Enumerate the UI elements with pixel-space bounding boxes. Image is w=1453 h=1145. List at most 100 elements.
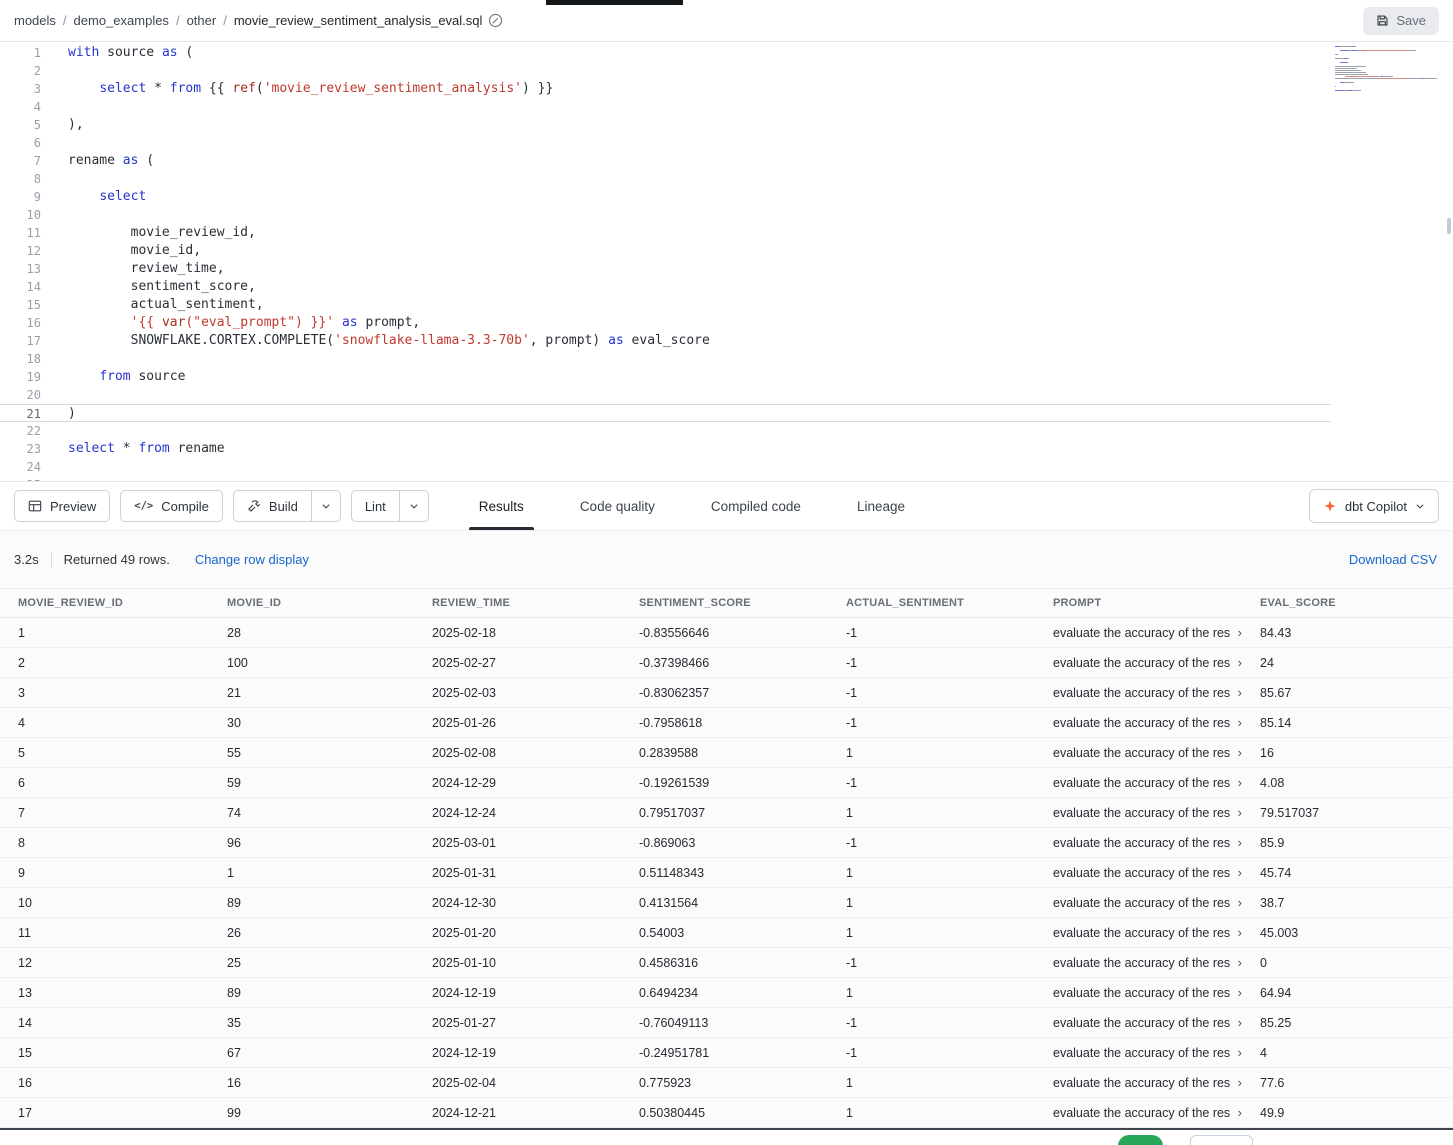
table-cell: 2025-01-10 xyxy=(414,956,621,970)
column-header: MOVIE_ID xyxy=(209,597,414,609)
table-cell: 2024-12-21 xyxy=(414,1106,621,1120)
table-cell: 45.003 xyxy=(1242,926,1453,940)
line-number: 21 xyxy=(0,405,41,421)
table-cell: 1 xyxy=(828,806,1035,820)
download-csv-link[interactable]: Download CSV xyxy=(1349,552,1439,567)
prompt-cell: evaluate the accuracy of the res...› xyxy=(1035,1106,1242,1120)
bottom-green-button[interactable] xyxy=(1118,1135,1163,1145)
editor-scrollbar-thumb[interactable] xyxy=(1447,218,1451,234)
prompt-preview: evaluate the accuracy of the res... xyxy=(1053,716,1231,730)
table-cell: 3 xyxy=(0,686,209,700)
build-button[interactable]: Build xyxy=(233,490,312,522)
compile-button[interactable]: </> Compile xyxy=(120,490,223,522)
breadcrumb-segment[interactable]: models xyxy=(14,13,56,28)
code-line[interactable]: 17 SNOWFLAKE.CORTEX.COMPLETE('snowflake-… xyxy=(0,332,1453,350)
code-line[interactable]: 5), xyxy=(0,116,1453,134)
prompt-preview: evaluate the accuracy of the res... xyxy=(1053,806,1231,820)
code-line[interactable]: 9 select xyxy=(0,188,1453,206)
table-cell: 96 xyxy=(209,836,414,850)
code-line[interactable]: 15 actual_sentiment, xyxy=(0,296,1453,314)
table-cell: -1 xyxy=(828,686,1035,700)
preview-button[interactable]: Preview xyxy=(14,490,110,522)
table-cell: 6 xyxy=(0,776,209,790)
table-cell: 45.74 xyxy=(1242,866,1453,880)
prompt-preview: evaluate the accuracy of the res... xyxy=(1053,1076,1231,1090)
prompt-cell: evaluate the accuracy of the res...› xyxy=(1035,1046,1242,1060)
code-line[interactable]: 24 xyxy=(0,458,1453,476)
table-cell: 4 xyxy=(1242,1046,1453,1060)
table-cell: 12 xyxy=(0,956,209,970)
code-line[interactable]: 8 xyxy=(0,170,1453,188)
table-cell: 10 xyxy=(0,896,209,910)
code-line[interactable]: 2 xyxy=(0,62,1453,80)
breadcrumb-separator: / xyxy=(176,13,180,28)
lint-button-group: Lint xyxy=(351,490,429,522)
code-line[interactable]: 11 movie_review_id, xyxy=(0,224,1453,242)
query-duration: 3.2s xyxy=(14,552,39,567)
code-line[interactable]: 16 '{{ var("eval_prompt") }}' as prompt, xyxy=(0,314,1453,332)
table-cell: 16 xyxy=(0,1076,209,1090)
dbt-copilot-button[interactable]: dbt Copilot xyxy=(1309,489,1439,523)
tab-code-quality[interactable]: Code quality xyxy=(570,482,665,530)
lint-dropdown-button[interactable] xyxy=(400,490,429,522)
code-line[interactable]: 13 review_time, xyxy=(0,260,1453,278)
code-line[interactable]: 22 xyxy=(0,422,1453,440)
dbt-ide-window: models/demo_examples/other/movie_review_… xyxy=(0,0,1453,1145)
code-line[interactable]: 21) xyxy=(0,404,1331,422)
prompt-preview: evaluate the accuracy of the res... xyxy=(1053,896,1231,910)
table-cell: 25 xyxy=(209,956,414,970)
code-line[interactable]: 3 select * from {{ ref('movie_review_sen… xyxy=(0,80,1453,98)
code-line[interactable]: 14 sentiment_score, xyxy=(0,278,1453,296)
code-line[interactable]: 4 xyxy=(0,98,1453,116)
divider xyxy=(51,552,52,568)
table-cell: 2025-01-31 xyxy=(414,866,621,880)
prompt-cell: evaluate the accuracy of the res...› xyxy=(1035,806,1242,820)
bottom-secondary-button[interactable] xyxy=(1190,1135,1253,1145)
save-button[interactable]: Save xyxy=(1363,7,1439,35)
table-cell: 0.51148343 xyxy=(621,866,828,880)
table-cell: 2 xyxy=(0,656,209,670)
tab-lineage[interactable]: Lineage xyxy=(847,482,915,530)
code-line[interactable]: 12 movie_id, xyxy=(0,242,1453,260)
table-cell: 1 xyxy=(209,866,414,880)
minimap[interactable] xyxy=(1335,46,1437,96)
tab-compiled-code[interactable]: Compiled code xyxy=(701,482,811,530)
code-line[interactable]: 23select * from rename xyxy=(0,440,1453,458)
breadcrumb-segment[interactable]: other xyxy=(187,13,217,28)
preview-label: Preview xyxy=(50,499,96,514)
table-cell: 85.67 xyxy=(1242,686,1453,700)
prompt-cell: evaluate the accuracy of the res...› xyxy=(1035,896,1242,910)
table-cell: 85.14 xyxy=(1242,716,1453,730)
table-cell: 16 xyxy=(1242,746,1453,760)
tab-results[interactable]: Results xyxy=(469,482,534,530)
code-line[interactable]: 18 xyxy=(0,350,1453,368)
table-cell: 38.7 xyxy=(1242,896,1453,910)
table-cell: 1 xyxy=(828,1106,1035,1120)
lint-button[interactable]: Lint xyxy=(351,490,400,522)
column-header: PROMPT xyxy=(1035,597,1242,609)
table-cell: 84.43 xyxy=(1242,626,1453,640)
table-cell: -0.76049113 xyxy=(621,1016,828,1030)
code-line[interactable]: 1with source as ( xyxy=(0,44,1453,62)
table-cell: 2024-12-24 xyxy=(414,806,621,820)
build-dropdown-button[interactable] xyxy=(312,490,341,522)
table-cell: 2024-12-19 xyxy=(414,1046,621,1060)
code-line[interactable]: 19 from source xyxy=(0,368,1453,386)
prompt-cell: evaluate the accuracy of the res...› xyxy=(1035,956,1242,970)
prompt-cell: evaluate the accuracy of the res...› xyxy=(1035,626,1242,640)
code-line[interactable]: 20 xyxy=(0,386,1453,404)
change-row-display-link[interactable]: Change row display xyxy=(195,552,309,567)
prompt-cell: evaluate the accuracy of the res...› xyxy=(1035,1076,1242,1090)
table-cell: 49.9 xyxy=(1242,1106,1453,1120)
table-cell: -1 xyxy=(828,956,1035,970)
code-editor[interactable]: 1with source as (23 select * from {{ ref… xyxy=(0,42,1453,482)
table-cell: 55 xyxy=(209,746,414,760)
code-line[interactable]: 6 xyxy=(0,134,1453,152)
table-cell: -0.83062357 xyxy=(621,686,828,700)
line-number: 10 xyxy=(0,206,41,224)
code-line[interactable]: 7rename as ( xyxy=(0,152,1453,170)
breadcrumb-segment[interactable]: demo_examples xyxy=(74,13,169,28)
code-line[interactable]: 10 xyxy=(0,206,1453,224)
table-row: 4302025-01-26-0.7958618-1evaluate the ac… xyxy=(0,708,1453,738)
build-button-group: Build xyxy=(233,490,341,522)
